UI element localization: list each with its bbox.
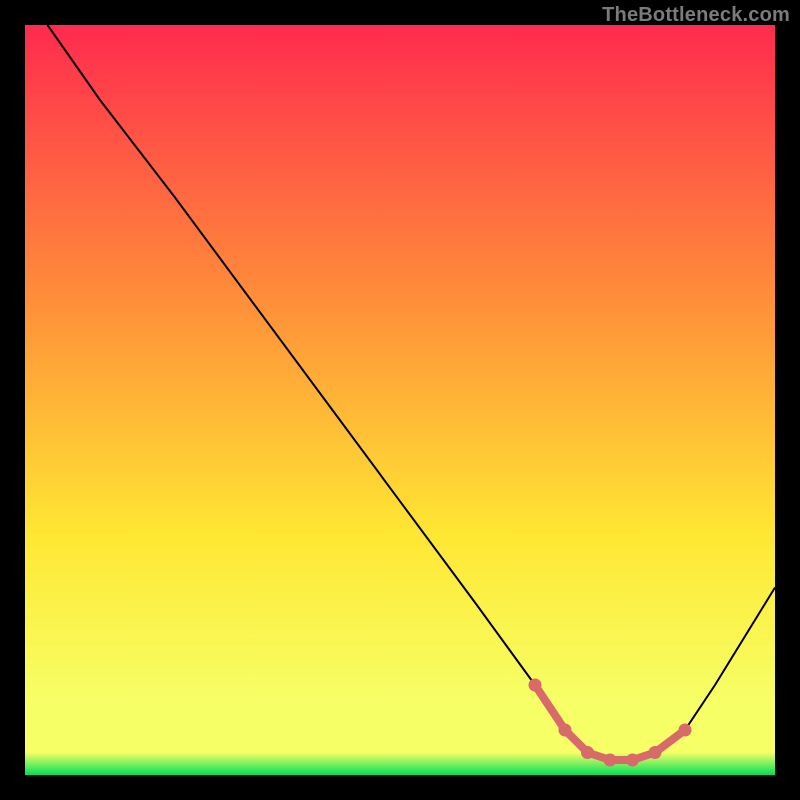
sweet-spot-dot <box>581 746 594 759</box>
sweet-spot-dot <box>649 746 662 759</box>
plot-background <box>25 25 775 775</box>
sweet-spot-dot <box>529 679 542 692</box>
sweet-spot-dot <box>679 724 692 737</box>
chart-frame: TheBottleneck.com <box>0 0 800 800</box>
sweet-spot-dot <box>559 724 572 737</box>
sweet-spot-dot <box>604 754 617 767</box>
watermark-text: TheBottleneck.com <box>602 4 790 27</box>
bottleneck-chart <box>0 0 800 800</box>
sweet-spot-dot <box>626 754 639 767</box>
